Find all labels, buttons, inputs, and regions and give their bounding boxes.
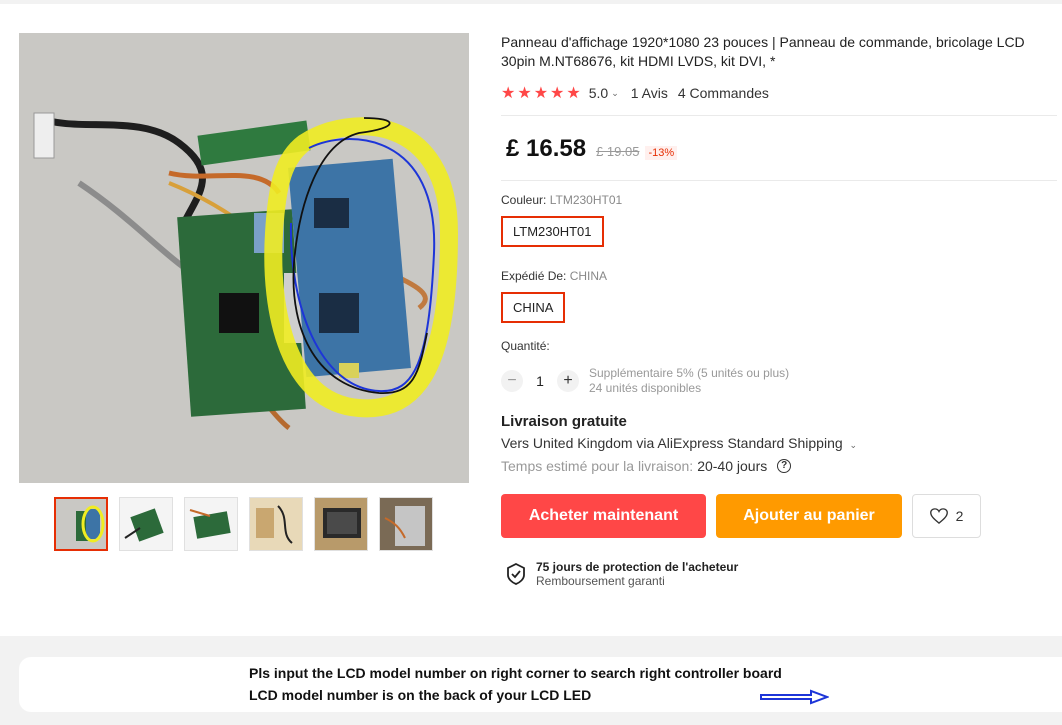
bulk-discount-note: Supplémentaire 5% (5 unités ou plus)	[589, 366, 790, 380]
star-icon: ★	[533, 85, 549, 102]
arrow-right-icon	[760, 689, 829, 705]
color-label-text: Couleur:	[501, 193, 550, 207]
discount-badge: -13%	[645, 146, 678, 160]
stock-available: 24 unités disponibles	[589, 381, 702, 395]
quantity-note: Supplémentaire 5% (5 unités ou plus) 24 …	[589, 366, 789, 396]
rating-stars[interactable]: ★ ★ ★ ★ ★	[501, 83, 581, 103]
protection-title: 75 jours de protection de l'acheteur	[536, 560, 739, 574]
protection-subtitle: Remboursement garanti	[536, 574, 665, 588]
quantity-label: Quantité:	[501, 339, 550, 353]
star-icon: ★	[566, 85, 581, 102]
price-row: £ 16.58 £ 19.05 -13%	[501, 135, 1057, 163]
chevron-down-icon[interactable]: ⌄	[611, 88, 619, 99]
divider	[501, 115, 1057, 116]
star-icon: ★	[501, 85, 516, 102]
quantity-value[interactable]: 1	[523, 373, 557, 389]
thumbnail-5[interactable]	[314, 497, 368, 551]
thumbnail-strip	[54, 497, 433, 551]
color-label: Couleur: LTM230HT01	[501, 193, 1057, 207]
orders-count: 4 Commandes	[677, 85, 769, 101]
product-title: Panneau d'affichage 1920*1080 23 pouces …	[501, 34, 1025, 69]
color-option-ltm230ht01[interactable]: LTM230HT01	[501, 216, 604, 247]
shield-check-icon	[507, 563, 525, 585]
divider	[501, 180, 1057, 181]
add-to-cart-button[interactable]: Ajouter au panier	[716, 494, 902, 538]
wishlist-count: 2	[955, 508, 964, 524]
reviews-link[interactable]: 1 Avis	[631, 85, 668, 101]
ships-from-option-china[interactable]: CHINA	[501, 292, 566, 323]
shipping-method-text: Vers United Kingdom via AliExpress Stand…	[501, 435, 843, 451]
quantity-plus-button[interactable]: +	[557, 370, 579, 392]
buyer-protection: 75 jours de protection de l'acheteur Rem…	[501, 560, 1057, 588]
delivery-time-label: Temps estimé pour la livraison:	[501, 458, 694, 474]
original-price: £ 19.05	[596, 144, 640, 159]
banner-line-2: LCD model number is on the back of your …	[249, 687, 592, 703]
rating-value[interactable]: 5.0	[589, 85, 608, 101]
star-icon: ★	[550, 85, 565, 102]
product-info: Panneau d'affichage 1920*1080 23 pouces …	[501, 33, 1057, 588]
ships-from-selected-value: CHINA	[569, 269, 608, 283]
rating-row: ★ ★ ★ ★ ★ 5.0 ⌄ 1 Avis 4 Commandes	[501, 83, 1057, 103]
color-selected-value: LTM230HT01	[549, 193, 623, 207]
thumbnail-4[interactable]	[249, 497, 303, 551]
ships-from-label: Expédié De: CHINA	[501, 269, 1057, 283]
action-buttons: Acheter maintenant Ajouter au panier 2	[501, 494, 1057, 538]
quantity-minus-button[interactable]: −	[501, 370, 523, 392]
delivery-time-value: 20-40 jours	[697, 458, 768, 474]
main-product-image[interactable]	[19, 33, 469, 483]
banner-line-1: Pls input the LCD model number on right …	[249, 665, 782, 681]
current-price: £ 16.58	[506, 135, 587, 162]
description-banner: Pls input the LCD model number on right …	[19, 657, 1062, 712]
shipping-title: Livraison gratuite	[501, 413, 627, 430]
ships-from-label-text: Expédié De:	[501, 269, 570, 283]
chevron-down-icon: ⌄	[849, 440, 858, 450]
help-icon[interactable]: ?	[777, 459, 792, 473]
thumbnail-1[interactable]	[54, 497, 108, 551]
thumbnail-2[interactable]	[119, 497, 173, 551]
thumbnail-3[interactable]	[184, 497, 238, 551]
heart-icon	[929, 508, 948, 524]
star-icon: ★	[517, 85, 532, 102]
delivery-time: Temps estimé pour la livraison: 20-40 jo…	[501, 458, 1057, 474]
shipping-method[interactable]: Vers United Kingdom via AliExpress Stand…	[501, 435, 1057, 451]
quantity-stepper: − 1 + Supplémentaire 5% (5 unités ou plu…	[501, 366, 1057, 396]
thumbnail-6[interactable]	[379, 497, 433, 551]
wishlist-button[interactable]: 2	[912, 494, 981, 538]
protection-text: 75 jours de protection de l'acheteur Rem…	[536, 560, 738, 588]
buy-now-button[interactable]: Acheter maintenant	[501, 494, 706, 538]
